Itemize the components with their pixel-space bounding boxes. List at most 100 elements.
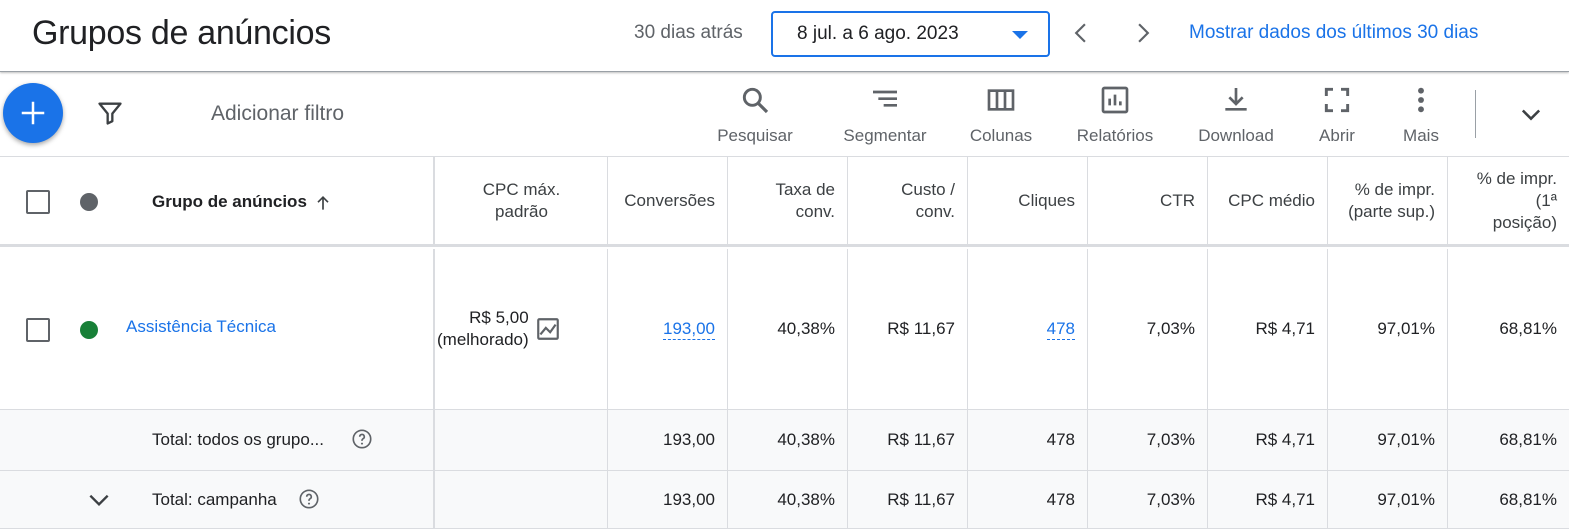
- date-range-label: 30 dias atrás: [634, 22, 743, 43]
- filter-icon[interactable]: [96, 99, 124, 127]
- more-vert-icon: [1418, 87, 1424, 113]
- download-icon: [1225, 88, 1247, 111]
- reports-label: Relatórios: [1076, 126, 1154, 145]
- total-cost-conv-value: R$ 11,67: [887, 430, 955, 449]
- column-header-ad-group[interactable]: Grupo de anúncios: [152, 192, 307, 212]
- conv-rate-line1: Taxa de: [775, 179, 835, 199]
- select-all-checkbox[interactable]: [26, 190, 50, 214]
- download-button[interactable]: Download: [1191, 84, 1281, 146]
- impr-abs-cell: 68,81%: [1447, 249, 1569, 409]
- clicks-link[interactable]: 478: [1046, 319, 1075, 340]
- page-header: Grupos de anúncios 30 dias atrás 8 jul. …: [0, 0, 1569, 72]
- fullscreen-icon: [1324, 87, 1350, 113]
- help-icon[interactable]: [298, 488, 320, 510]
- column-header-cpc-max[interactable]: CPC máx. padrão: [433, 157, 608, 244]
- arrow-up-icon[interactable]: [313, 193, 333, 213]
- campaign-ctr-value: 7,03%: [1146, 489, 1195, 509]
- clicks-header-text: Cliques: [1018, 190, 1075, 210]
- cpc-max-line1: CPC máx.: [482, 179, 561, 199]
- avg-cpc-value: R$ 4,71: [1255, 319, 1315, 338]
- conv-rate-cell: 40,38%: [727, 249, 847, 409]
- fullscreen-button[interactable]: Abrir: [1312, 84, 1362, 146]
- column-header-clicks[interactable]: Cliques: [967, 157, 1087, 244]
- total-conv-rate-value: 40,38%: [777, 430, 835, 449]
- total-cpc-cell: [433, 410, 608, 470]
- chevron-down-icon[interactable]: [86, 487, 112, 513]
- chevron-left-icon: [1074, 23, 1086, 43]
- column-header-avg-cpc[interactable]: CPC médio: [1207, 157, 1327, 244]
- conv-rate-line2: conv.: [795, 201, 835, 221]
- columns-button[interactable]: Colunas: [964, 84, 1038, 146]
- total-ctr-cell: 7,03%: [1087, 410, 1207, 470]
- bid-chart-icon[interactable]: [535, 316, 561, 342]
- segment-button[interactable]: Segmentar: [836, 84, 934, 146]
- ctr-cell: 7,03%: [1087, 249, 1207, 409]
- reports-button[interactable]: Relatórios: [1069, 84, 1161, 146]
- column-header-conversions[interactable]: Conversões: [607, 157, 727, 244]
- more-label: Mais: [1403, 126, 1439, 145]
- campaign-conv-rate-cell: 40,38%: [727, 471, 847, 528]
- campaign-cost-conv-value: R$ 11,67: [887, 489, 955, 509]
- cost-conv-header-text: Custo / conv.: [901, 179, 955, 223]
- campaign-ctr-cell: 7,03%: [1087, 471, 1207, 528]
- campaign-impr-top-value: 97,01%: [1377, 489, 1435, 509]
- impr-abs-value: 68,81%: [1499, 319, 1557, 338]
- total-ctr-value: 7,03%: [1146, 430, 1195, 449]
- column-header-ctr[interactable]: CTR: [1087, 157, 1207, 244]
- next-period-button[interactable]: [1129, 20, 1155, 46]
- fullscreen-label: Abrir: [1319, 126, 1355, 145]
- column-header-cost-conv[interactable]: Custo / conv.: [847, 157, 967, 244]
- page-title: Grupos de anúncios: [32, 14, 331, 52]
- impr-top-line1: % de impr.: [1354, 179, 1435, 199]
- campaign-clicks-value: 478: [1046, 489, 1075, 509]
- campaign-cost-conv-cell: R$ 11,67: [847, 471, 967, 528]
- reports-icon: [1101, 86, 1129, 114]
- campaign-cpc-cell: [433, 471, 608, 528]
- total-campaign-label: Total: campanha: [152, 490, 277, 509]
- clicks-cell: 478: [967, 249, 1087, 409]
- show-last-30-days-link[interactable]: Mostrar dados dos últimos 30 dias: [1189, 22, 1478, 44]
- status-enabled-icon[interactable]: [80, 321, 98, 339]
- conv-rate-value: 40,38%: [777, 319, 835, 338]
- column-header-impr-top[interactable]: % de impr. (parte sup.): [1327, 157, 1447, 244]
- column-header-impr-abs-top[interactable]: % de impr. (1ª posição): [1447, 157, 1569, 244]
- more-button[interactable]: Mais: [1398, 84, 1444, 146]
- conversions-cell: 193,00: [607, 249, 727, 409]
- campaign-impr-top-cell: 97,01%: [1327, 471, 1447, 528]
- campaign-conv-rate-value: 40,38%: [777, 489, 835, 509]
- date-range-picker[interactable]: 8 jul. a 6 ago. 2023: [771, 11, 1050, 57]
- search-button[interactable]: Pesquisar: [710, 84, 800, 146]
- total-impr-abs-value: 68,81%: [1499, 430, 1557, 449]
- add-filter-input[interactable]: Adicionar filtro: [211, 102, 344, 126]
- impr-abs-line2: (1ª: [1535, 190, 1557, 210]
- avg-cpc-header-text: CPC médio: [1228, 190, 1315, 210]
- column-header-cpc-max-text: CPC máx. padrão: [483, 179, 560, 223]
- plus-icon: [21, 101, 45, 125]
- chevron-down-icon[interactable]: [1517, 100, 1545, 128]
- total-cost-conv-cell: R$ 11,67: [847, 410, 967, 470]
- conv-rate-header-text: Taxa de conv.: [775, 179, 835, 223]
- conversions-link[interactable]: 193,00: [663, 319, 715, 340]
- ad-group-name-link[interactable]: Assistência Técnica: [126, 317, 276, 337]
- segment-label: Segmentar: [843, 126, 927, 145]
- chevron-right-icon: [1138, 23, 1150, 43]
- segment-icon: [873, 90, 897, 107]
- help-icon[interactable]: [351, 428, 373, 450]
- total-impr-top-value: 97,01%: [1377, 430, 1435, 449]
- row-checkbox[interactable]: [26, 318, 50, 342]
- add-ad-group-button[interactable]: [3, 83, 63, 143]
- previous-period-button[interactable]: [1069, 20, 1095, 46]
- download-label: Download: [1198, 126, 1274, 145]
- column-header-conv-rate[interactable]: Taxa de conv.: [727, 157, 847, 244]
- table-toolbar: Adicionar filtro Pesquisar Segmentar Col…: [0, 72, 1569, 157]
- cost-conv-line2: conv.: [915, 201, 955, 221]
- status-column-icon[interactable]: [80, 193, 98, 211]
- cpc-max-amount: R$ 5,00: [469, 308, 529, 327]
- impr-abs-header-text: % de impr. (1ª posição): [1477, 168, 1557, 234]
- cpc-max-strategy: (melhorado): [437, 330, 529, 349]
- total-impr-top-cell: 97,01%: [1327, 410, 1447, 470]
- avg-cpc-cell: R$ 4,71: [1207, 249, 1327, 409]
- search-icon: [742, 87, 769, 114]
- impr-top-header-text: % de impr. (parte sup.): [1348, 179, 1435, 223]
- cpc-max-line2: padrão: [495, 201, 548, 221]
